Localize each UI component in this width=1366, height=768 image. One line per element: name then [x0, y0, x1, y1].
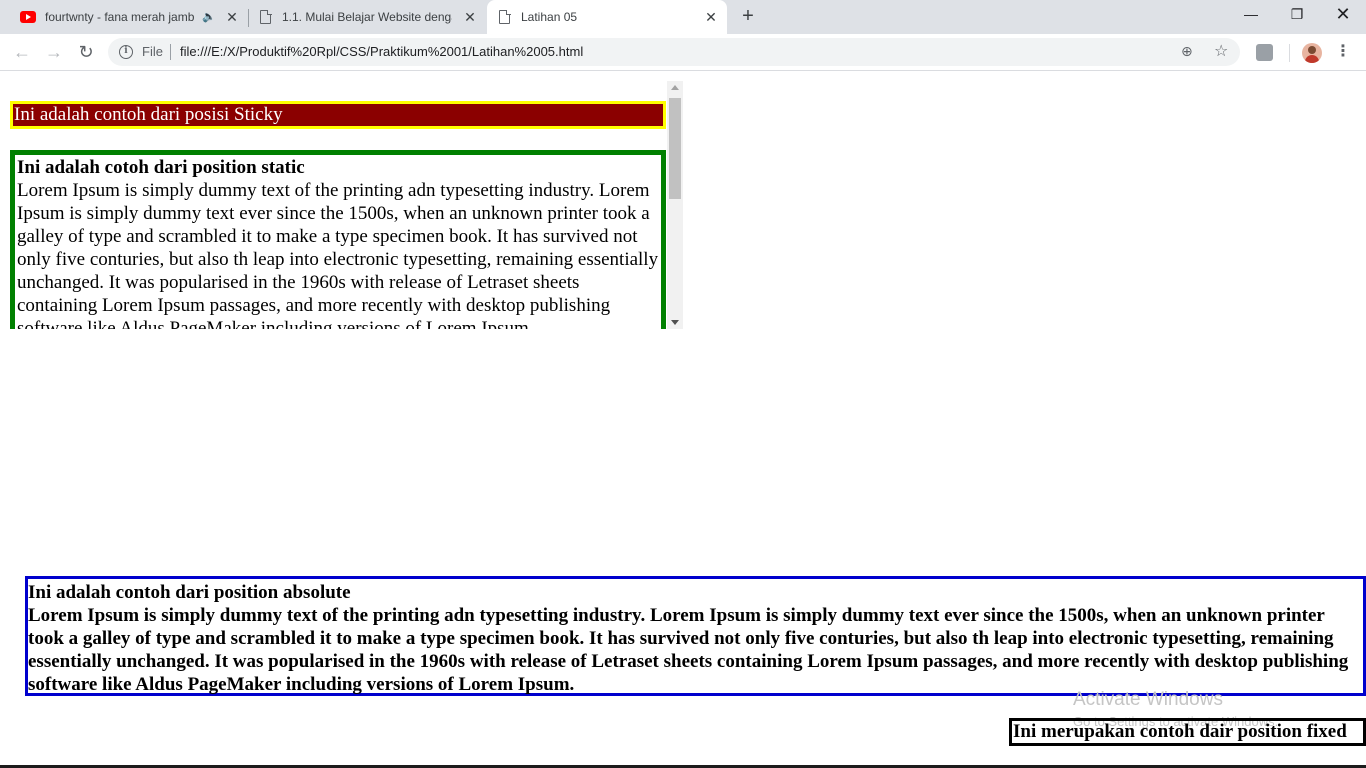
tab-title: 1.1. Mulai Belajar Website dengan — [282, 10, 452, 24]
minimize-button[interactable]: — — [1228, 0, 1274, 30]
tab-youtube[interactable]: fourtwnty - fana merah jambu 🔈 ✕ — [8, 0, 248, 34]
document-icon — [260, 9, 272, 24]
static-title: Ini adalah cotoh dari position static — [17, 157, 305, 178]
scroll-container[interactable]: Ini adalah contoh dari posisi Sticky Ini… — [8, 81, 683, 329]
sticky-box: Ini adalah contoh dari posisi Sticky — [10, 101, 666, 129]
absolute-box: Ini adalah contoh dari position absolute… — [25, 576, 1366, 696]
toolbar-divider — [1289, 44, 1290, 62]
activate-windows-title: Activate Windows — [1073, 689, 1223, 710]
zoom-icon[interactable]: ⊕ — [1181, 43, 1193, 60]
static-body: Lorem Ipsum is simply dummy text of the … — [17, 180, 659, 329]
scheme-label: File — [142, 44, 163, 59]
page-content: Ini adalah contoh dari posisi Sticky Ini… — [0, 71, 1366, 768]
browser-toolbar: ← → ↻ i File file:///E:/X/Produktif%20Rp… — [0, 34, 1366, 71]
tab-belajar-website[interactable]: 1.1. Mulai Belajar Website dengan ✕ — [248, 0, 486, 34]
more-menu-icon[interactable]: ⋮ — [1335, 42, 1351, 62]
tab-title: fourtwnty - fana merah jambu — [45, 10, 195, 24]
new-tab-button[interactable]: + — [736, 5, 760, 29]
scrollbar-thumb[interactable] — [669, 98, 681, 199]
bookmark-star-icon[interactable]: ☆ — [1214, 41, 1228, 61]
url-text[interactable]: file:///E:/X/Produktif%20Rpl/CSS/Praktik… — [180, 44, 583, 59]
tab-title: Latihan 05 — [521, 10, 578, 24]
fixed-box: Ini merupakan contoh dair position fixed — [1009, 718, 1366, 746]
document-icon — [499, 9, 511, 24]
reload-button[interactable]: ↻ — [74, 40, 98, 64]
address-bar[interactable]: i File file:///E:/X/Produktif%20Rpl/CSS/… — [108, 38, 1240, 66]
scroll-down-arrow-icon[interactable] — [671, 320, 679, 325]
absolute-title: Ini adalah contoh dari position absolute — [28, 582, 351, 603]
absolute-body: Lorem Ipsum is simply dummy text of the … — [28, 605, 1349, 695]
back-button[interactable]: ← — [10, 40, 34, 64]
profile-avatar[interactable] — [1302, 43, 1322, 63]
close-icon[interactable]: ✕ — [224, 9, 240, 25]
scroll-up-arrow-icon[interactable] — [671, 85, 679, 90]
forward-button[interactable]: → — [42, 40, 66, 64]
info-icon[interactable]: i — [119, 45, 133, 59]
static-box: Ini adalah cotoh dari position static Lo… — [10, 150, 666, 329]
vertical-scrollbar[interactable] — [667, 81, 683, 329]
extension-icon[interactable] — [1256, 44, 1273, 61]
youtube-icon — [20, 11, 36, 23]
close-icon[interactable]: ✕ — [462, 9, 478, 25]
speaker-icon[interactable]: 🔈 — [202, 10, 216, 23]
omnibox-divider — [170, 44, 171, 60]
restore-button[interactable]: ❐ — [1274, 0, 1320, 30]
window-close-button[interactable]: ✕ — [1320, 0, 1366, 30]
tab-latihan-05[interactable]: Latihan 05 ✕ — [487, 0, 727, 34]
close-icon[interactable]: ✕ — [703, 9, 719, 25]
browser-titlebar: fourtwnty - fana merah jambu 🔈 ✕ 1.1. Mu… — [0, 0, 1366, 34]
